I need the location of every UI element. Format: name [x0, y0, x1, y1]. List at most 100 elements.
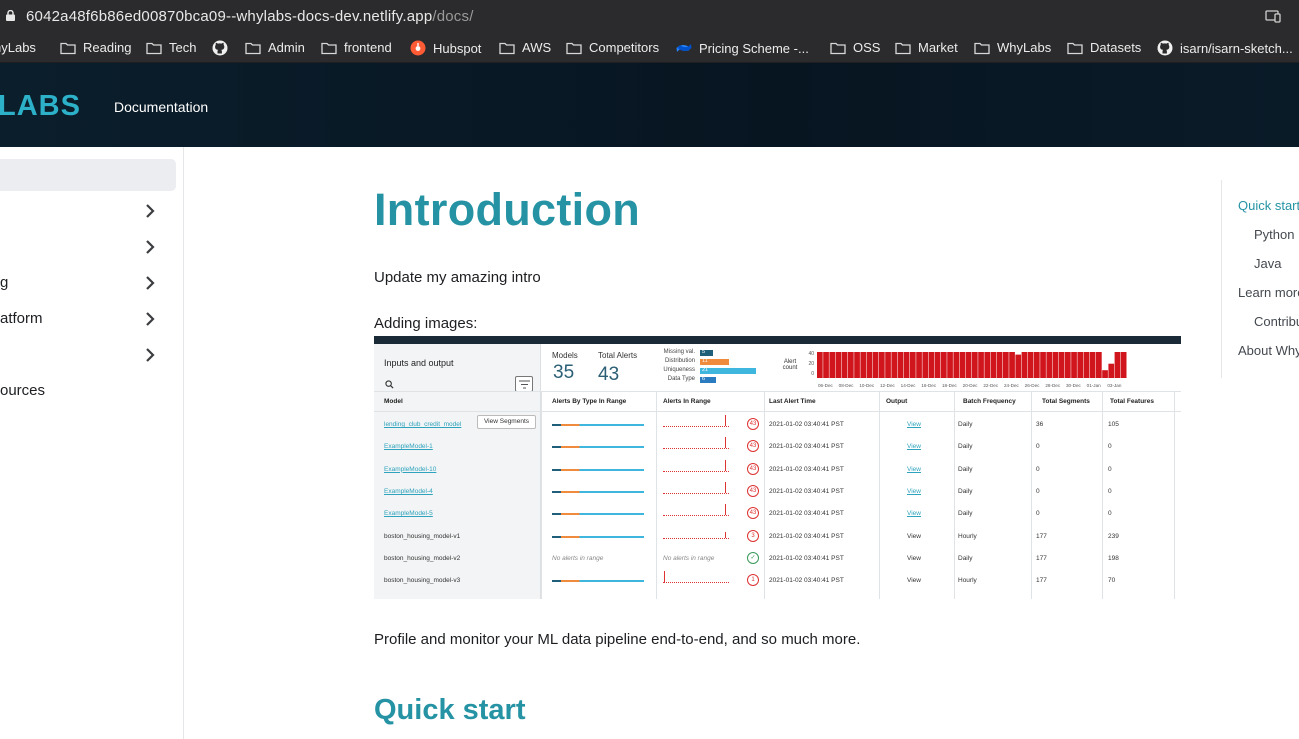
bookmark-hubspot[interactable]: Hubspot: [410, 40, 481, 56]
sidebar-item[interactable]: atform: [0, 305, 176, 333]
alert-count-badge: 3: [747, 529, 759, 542]
bookmark-competitors[interactable]: Competitors: [566, 40, 659, 55]
sidebar-item[interactable]: [0, 233, 176, 261]
alert-count-tick: 0: [811, 371, 814, 377]
url-text[interactable]: 6042a48f6b86ed00870bca09--whylabs-docs-d…: [26, 8, 474, 25]
bookmark-whylabs[interactable]: WhyLabs: [974, 40, 1051, 55]
column-divider: [1031, 391, 1032, 599]
toc-item[interactable]: Java: [1254, 256, 1281, 271]
column-header[interactable]: Alerts By Type In Range: [552, 398, 626, 405]
bookmark-label: hyLabs: [0, 40, 36, 55]
bookmark-reading[interactable]: Reading: [60, 40, 131, 55]
nav-documentation-link[interactable]: Documentation: [114, 99, 208, 115]
chevron-right-icon[interactable]: [143, 275, 157, 291]
output-view-link[interactable]: View: [907, 488, 921, 495]
devices-icon[interactable]: [1265, 9, 1281, 23]
alert-count-chart: 40 20 0 06-Dec 08-Dec 10-Dec 12-Dec 14-Dec 16-De…: [808, 351, 1127, 388]
bookmark-pricing-scheme[interactable]: Pricing Scheme -...: [676, 40, 809, 56]
output-view-link[interactable]: View: [907, 421, 921, 428]
sidebar-item[interactable]: [0, 197, 176, 225]
alert-type-label: Missing val.: [663, 349, 695, 355]
alerts-sparkline: [663, 481, 729, 494]
column-header[interactable]: Model: [384, 398, 403, 405]
total-features: 70: [1108, 577, 1116, 585]
bookmark-market[interactable]: Market: [895, 40, 958, 55]
output-view-link[interactable]: View: [907, 510, 921, 517]
search-icon: [385, 380, 394, 389]
toc-item[interactable]: About WhyLabs: [1238, 343, 1299, 358]
output-view-link[interactable]: View: [907, 577, 921, 584]
column-divider: [541, 391, 542, 599]
sidebar-active-item[interactable]: [0, 159, 176, 191]
toc-item[interactable]: Contributing: [1254, 314, 1299, 329]
bookmark-tech[interactable]: Tech: [146, 40, 196, 55]
toc-item[interactable]: Quick start: [1238, 198, 1299, 213]
model-name-link[interactable]: ExampleModel-5: [384, 510, 433, 517]
column-divider: [954, 391, 955, 599]
column-header[interactable]: Last Alert Time: [769, 398, 816, 405]
alert-count-bar: [1108, 363, 1115, 378]
alert-type-value: 11: [702, 358, 708, 364]
model-name-link[interactable]: boston_housing_model-v3: [384, 577, 460, 584]
sidebar-item-label: ources: [0, 382, 46, 399]
alert-count-bar: [947, 352, 953, 378]
alert-count-bar: [879, 352, 885, 378]
chevron-right-icon[interactable]: [143, 347, 157, 363]
date-tick: 08-Dec: [839, 383, 855, 388]
output-view-link[interactable]: View: [907, 443, 921, 450]
bookmark-hylabs[interactable]: hyLabs: [0, 40, 36, 55]
model-name-link[interactable]: boston_housing_model-v1: [384, 533, 460, 540]
model-name-link[interactable]: lending_club_credit_model: [384, 421, 461, 428]
alert-count-bar: [1114, 352, 1121, 378]
no-alerts-text: No alerts in range: [663, 554, 715, 562]
bookmark-frontend[interactable]: frontend: [321, 40, 392, 55]
bookmark-oss[interactable]: OSS: [830, 40, 880, 55]
models-label: Models: [552, 351, 578, 360]
alert-count-bar: [823, 352, 829, 378]
output-view-link[interactable]: View: [907, 533, 921, 540]
bookmark-github[interactable]: [212, 40, 228, 56]
table-of-contents: Quick start Python Java Learn more Contribut…: [1221, 180, 1299, 378]
intro-paragraph: Update my amazing intro: [374, 269, 541, 286]
sidebar-item[interactable]: ources: [0, 377, 176, 405]
column-header[interactable]: Batch Frequency: [963, 398, 1016, 405]
total-segments: 0: [1036, 510, 1040, 518]
alert-count-bar: [854, 352, 860, 378]
chevron-right-icon[interactable]: [143, 239, 157, 255]
date-tick: 26-Dec: [1025, 383, 1041, 388]
column-header[interactable]: Output: [886, 398, 907, 405]
alert-count-bar: [996, 352, 1003, 378]
site-logo[interactable]: LABS: [0, 90, 81, 123]
model-name-link[interactable]: ExampleModel-4: [384, 488, 433, 495]
batch-frequency: Daily: [958, 465, 973, 473]
bookmark-aws[interactable]: AWS: [499, 40, 551, 55]
sidebar-item-label: g: [0, 274, 9, 291]
column-header[interactable]: Total Features: [1110, 398, 1154, 405]
total-segments: 177: [1036, 532, 1047, 540]
chevron-right-icon[interactable]: [143, 311, 157, 327]
model-name-link[interactable]: boston_housing_model-v2: [384, 555, 460, 562]
view-segments-button[interactable]: View Segments: [477, 415, 536, 429]
bookmark-datasets[interactable]: Datasets: [1067, 40, 1141, 55]
column-header[interactable]: Alerts In Range: [663, 398, 711, 405]
alert-count-badge: 43: [747, 484, 759, 497]
alerts-by-type-line: [552, 535, 644, 538]
column-header[interactable]: Total Segments: [1042, 398, 1090, 405]
model-name-link[interactable]: ExampleModel-10: [384, 466, 436, 473]
output-view-link[interactable]: View: [907, 555, 921, 562]
output-view-link[interactable]: View: [907, 466, 921, 473]
alert-count-badge: 43: [747, 440, 759, 453]
bookmark-label: Market: [918, 40, 958, 55]
model-name-link[interactable]: ExampleModel-1: [384, 443, 433, 450]
browser-url-bar[interactable]: 6042a48f6b86ed00870bca09--whylabs-docs-d…: [0, 0, 1299, 33]
bookmark-admin[interactable]: Admin: [245, 40, 305, 55]
toc-item[interactable]: Python: [1254, 227, 1294, 242]
sidebar-item[interactable]: [0, 341, 176, 369]
alert-type-label: Uniqueness: [663, 367, 695, 373]
toc-item[interactable]: Learn more: [1238, 285, 1299, 300]
sidebar-item[interactable]: g: [0, 269, 176, 297]
bookmarks-bar: hyLabs Reading Tech Admin frontend Hubspot AWS…: [0, 33, 1299, 63]
bookmark-label: Pricing Scheme -...: [699, 40, 809, 56]
chevron-right-icon[interactable]: [143, 203, 157, 219]
bookmark-isarn-isarn-sketch[interactable]: isarn/isarn-sketch...: [1157, 40, 1293, 56]
